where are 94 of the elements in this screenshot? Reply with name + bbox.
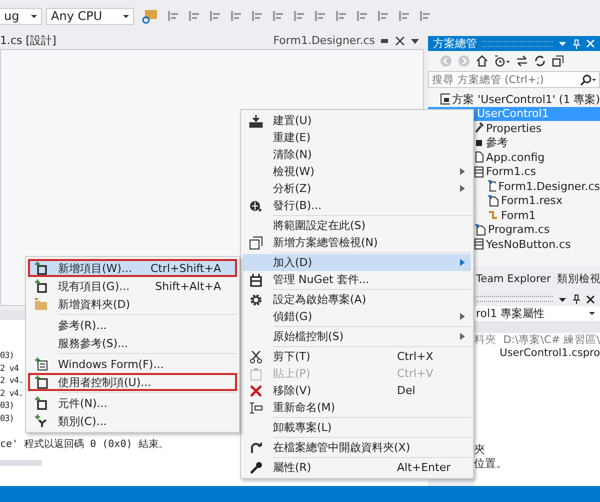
submenu-arrow-icon xyxy=(460,313,465,320)
text-cursor-icon xyxy=(249,400,263,414)
package-icon xyxy=(249,272,263,286)
document-icon xyxy=(487,180,496,192)
menu-item[interactable]: 重新命名(M) xyxy=(243,399,471,416)
align-icon[interactable] xyxy=(313,9,327,23)
align-icon[interactable] xyxy=(271,9,285,23)
configuration-dropdown[interactable]: ug xyxy=(0,8,42,24)
tree-item[interactable]: 方案 'UserControl1' (1 專案) xyxy=(428,92,600,106)
document-plus-icon xyxy=(34,261,48,275)
collapse-icon[interactable] xyxy=(552,55,564,67)
menu-item[interactable]: 新增項目(W)... Ctrl+Shift+A xyxy=(28,259,237,277)
close-icon[interactable] xyxy=(395,36,405,46)
align-icon[interactable] xyxy=(355,9,369,23)
align-icon[interactable] xyxy=(229,9,243,23)
document-tab[interactable]: 1.cs [設計] xyxy=(0,33,56,48)
back-icon[interactable] xyxy=(440,55,452,67)
menu-item[interactable]: 參考(R)... xyxy=(28,316,237,334)
form-plus-icon xyxy=(34,357,48,371)
align-icon[interactable] xyxy=(418,9,432,23)
home-icon[interactable] xyxy=(476,55,488,67)
menu-item[interactable]: Windows Form(F)... xyxy=(28,355,237,373)
output-line: 2 v4 xyxy=(0,362,18,375)
sync-icon[interactable] xyxy=(516,55,528,67)
platform-dropdown[interactable]: Any CPU xyxy=(46,8,134,24)
menu-item[interactable]: 服務參考(S)... xyxy=(28,334,237,352)
menu-item[interactable]: 屬性(R) Alt+Enter xyxy=(243,459,471,476)
history-icon[interactable] xyxy=(494,55,510,67)
menu-item[interactable]: 移除(V) Del xyxy=(243,382,471,399)
description-text: 位置。 xyxy=(474,457,508,471)
menu-item[interactable]: 管理 NuGet 套件... xyxy=(243,271,471,288)
build-icon xyxy=(249,114,263,128)
square-plus-icon xyxy=(34,375,48,389)
property-value[interactable]: D:\專案\C# 練習區\ xyxy=(503,332,600,346)
document-tab[interactable]: Form1.Designer.cs xyxy=(273,34,375,47)
align-icon[interactable] xyxy=(208,9,222,23)
curved-arrow-icon xyxy=(249,440,263,454)
branch-plus-icon xyxy=(34,414,48,428)
window-icon xyxy=(440,93,450,106)
align-icon[interactable] xyxy=(397,9,411,23)
menu-item[interactable]: 偵錯(G) xyxy=(243,308,471,325)
output-line: 03) xyxy=(0,350,14,362)
property-name: 料夾 xyxy=(474,332,497,347)
refresh-icon[interactable] xyxy=(534,55,546,67)
menu-item[interactable]: 原始檔控制(S) xyxy=(243,328,471,345)
scrollbar[interactable] xyxy=(0,460,42,466)
branch-icon xyxy=(487,209,499,222)
cross-icon xyxy=(249,384,263,398)
clipboard-icon xyxy=(249,366,263,380)
folder-icon xyxy=(34,297,48,311)
menu-item[interactable]: 元件(N)... xyxy=(28,394,237,412)
submenu-arrow-icon xyxy=(460,185,465,192)
window-icon xyxy=(249,236,263,250)
search-icon xyxy=(580,74,596,86)
search-field[interactable]: 搜尋 方案總管 (Ctrl+;) xyxy=(428,71,600,88)
document-icon xyxy=(487,194,499,207)
menu-item[interactable]: 類別(C)... xyxy=(28,412,237,430)
output-line: 2 v4. xyxy=(0,375,24,388)
menu-item[interactable]: 在檔案總管中開啟資料夾(X) xyxy=(243,439,471,456)
wrench-icon xyxy=(474,122,484,134)
align-icon[interactable] xyxy=(292,9,306,23)
gear-icon xyxy=(249,292,263,306)
pin-icon[interactable] xyxy=(572,294,581,304)
panel-title: 方案總管 xyxy=(433,36,477,51)
align-icon[interactable] xyxy=(334,9,348,23)
align-icon[interactable] xyxy=(187,9,201,23)
menu-item[interactable]: 剪下(T) Ctrl+X xyxy=(243,348,471,365)
scissors-icon xyxy=(249,350,263,364)
align-icon[interactable] xyxy=(250,9,264,23)
align-icon[interactable] xyxy=(166,9,180,23)
document-plus-icon xyxy=(34,279,48,293)
output-line: 03) xyxy=(0,412,14,425)
menu-item[interactable]: 卸載專案(L) xyxy=(243,419,471,436)
document-plus-icon xyxy=(34,396,48,410)
globe-icon xyxy=(249,198,263,212)
panel-tab[interactable]: Team Explorer xyxy=(476,272,551,284)
forward-icon[interactable] xyxy=(458,55,470,67)
output-line: 2 v4. xyxy=(0,388,24,400)
menu-item[interactable]: 設定為啟始專案(A) xyxy=(243,291,471,308)
object-dropdown[interactable]: rol1 專案屬性 xyxy=(474,306,600,321)
output-line: ce' 程式以返回碼 0 (0x0) 結束。 xyxy=(0,439,168,452)
submenu-arrow-icon xyxy=(460,333,465,340)
folder-search-icon[interactable] xyxy=(141,8,159,24)
menu-item[interactable]: 現有項目(G)... Shift+Alt+A xyxy=(28,277,237,295)
align-icon[interactable] xyxy=(376,9,390,23)
submenu-arrow-icon xyxy=(460,259,465,266)
close-icon[interactable] xyxy=(586,294,595,304)
menu-item[interactable]: 使用者控制項(U)... xyxy=(28,373,237,391)
wrench-icon xyxy=(249,460,263,474)
menu-item[interactable]: 新增資料夾(D) xyxy=(28,295,237,313)
output-line: 03) xyxy=(0,400,14,412)
submenu-arrow-icon xyxy=(460,168,465,175)
description-text: 夾 xyxy=(474,443,486,457)
menu-item[interactable]: 加入(D) xyxy=(243,254,471,271)
